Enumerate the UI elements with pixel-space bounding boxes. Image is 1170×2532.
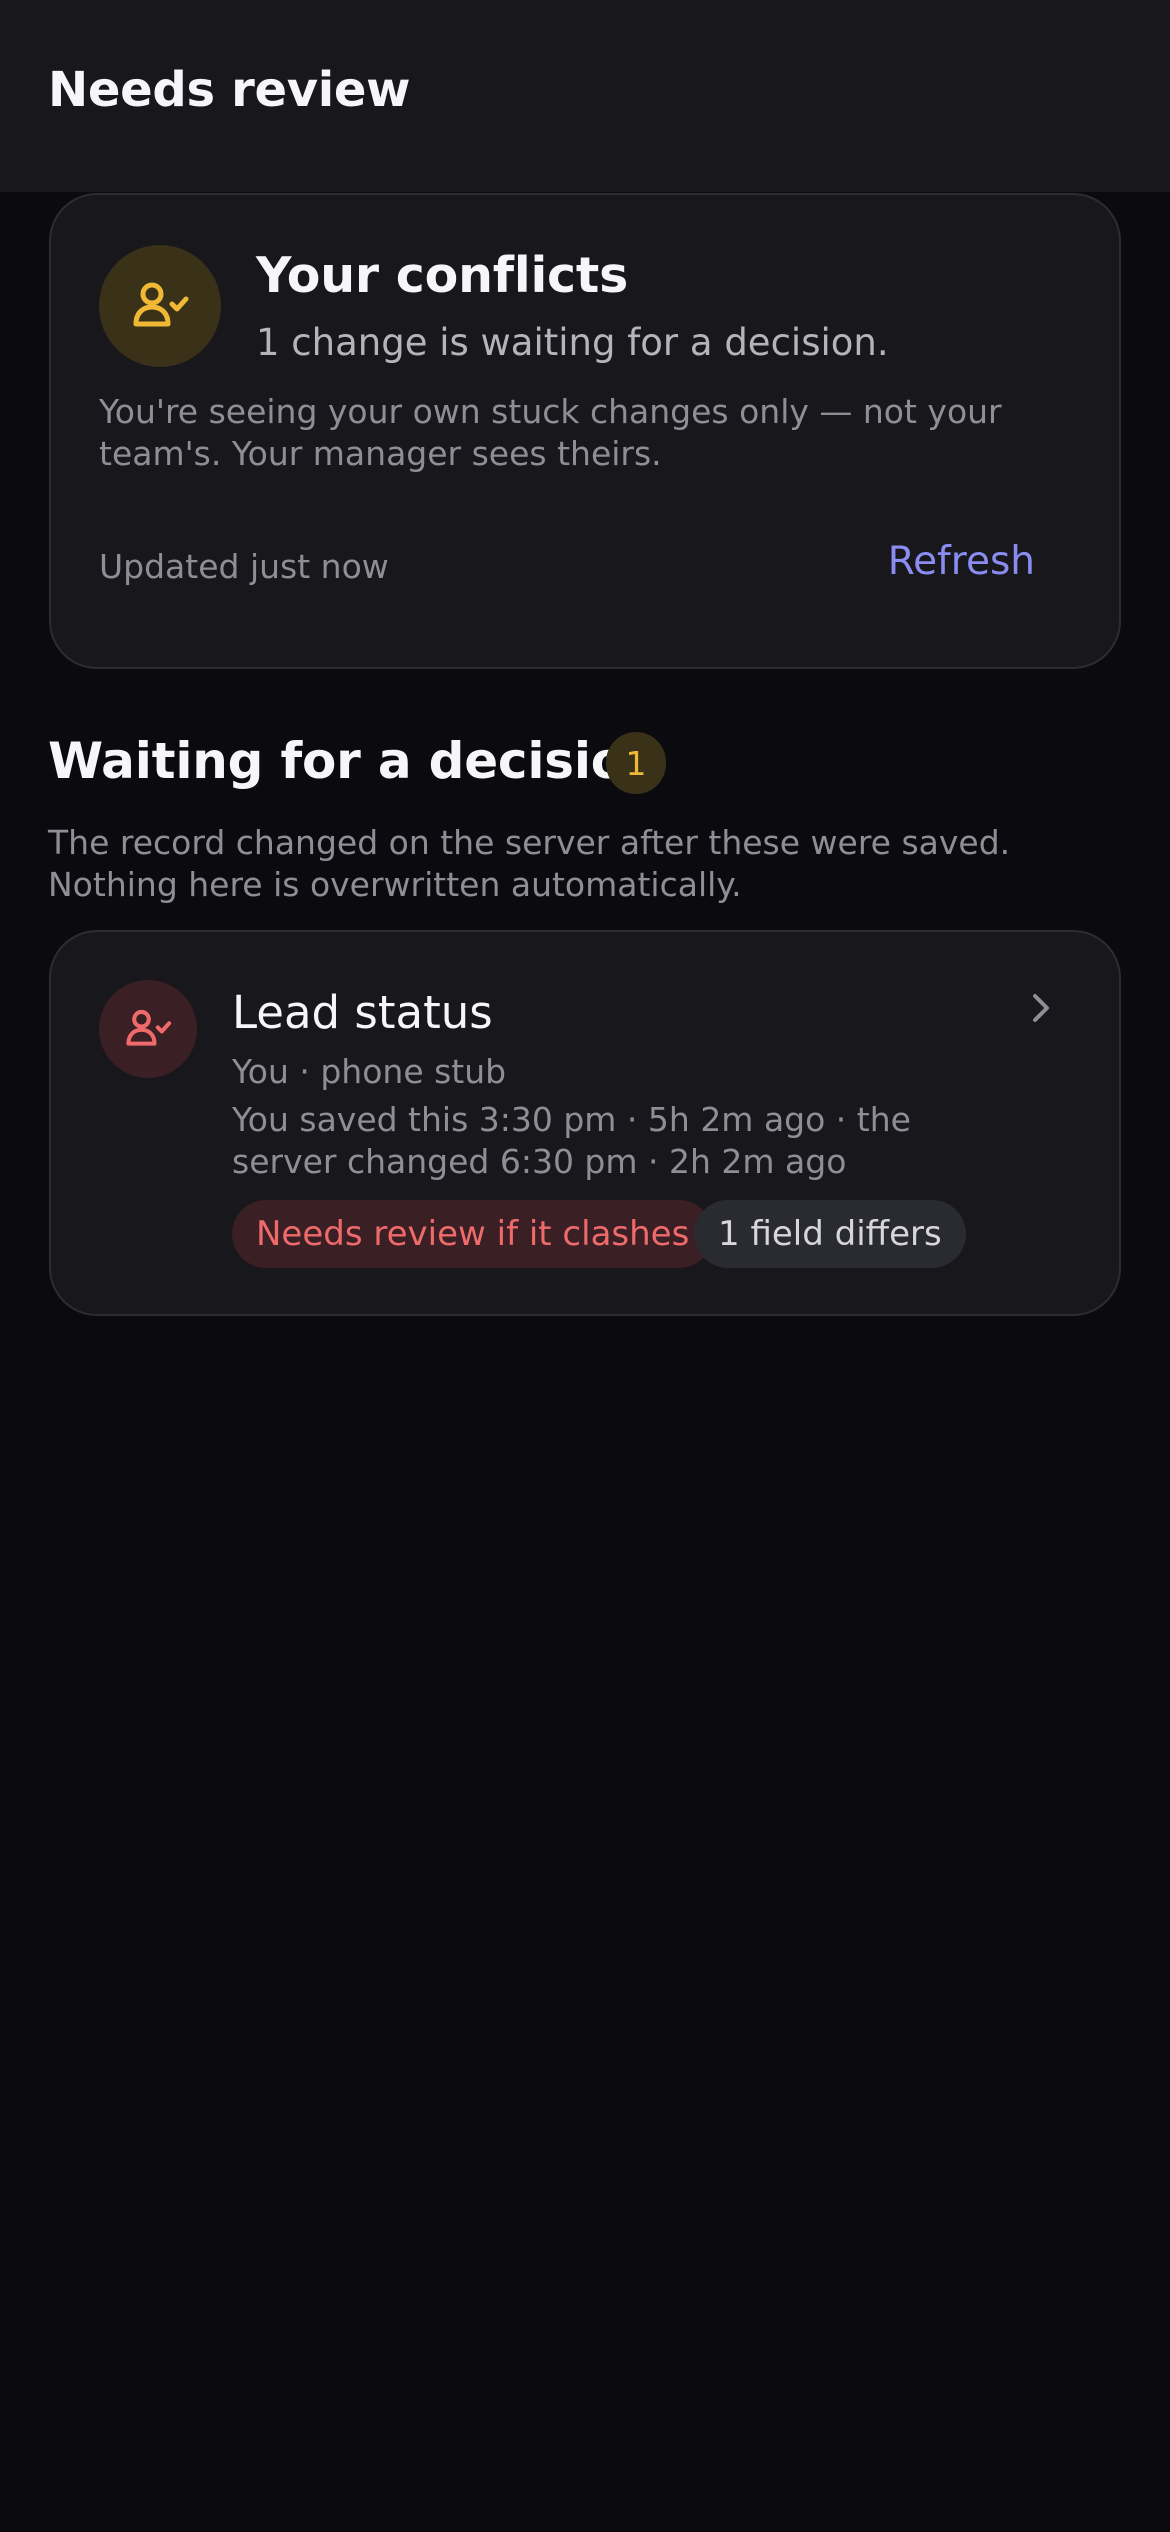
- section-title: Waiting for a decision: [48, 732, 661, 790]
- chevron-right-icon: [1033, 994, 1049, 1022]
- summary-title: Your conflicts: [256, 247, 629, 304]
- item-meta: You · phone stub: [232, 1052, 507, 1091]
- section-description: The record changed on the server after t…: [48, 823, 1011, 904]
- conflicts-summary-card: Your conflicts 1 change is waiting for a…: [49, 193, 1121, 669]
- page-title: Needs review: [48, 62, 411, 118]
- summary-note: You're seeing your own stuck changes onl…: [99, 392, 1002, 473]
- app-header: Needs review: [0, 0, 1170, 192]
- item-title: Lead status: [232, 986, 493, 1039]
- summary-subtitle: 1 change is waiting for a decision.: [256, 321, 889, 364]
- item-timestamps: You saved this 3:30 pm · 5h 2m ago · the…: [232, 1100, 911, 1181]
- field-diff-badge: 1 field differs: [694, 1200, 966, 1268]
- updated-timestamp: Updated just now: [99, 547, 389, 586]
- count-badge: 1: [606, 732, 666, 794]
- refresh-button[interactable]: Refresh: [888, 539, 1035, 584]
- user-check-icon: [99, 980, 197, 1078]
- status-badge: Needs review if it clashes: [232, 1200, 714, 1268]
- user-check-icon: [99, 245, 221, 367]
- conflict-item-card[interactable]: Lead status You · phone stub You saved t…: [49, 930, 1121, 1316]
